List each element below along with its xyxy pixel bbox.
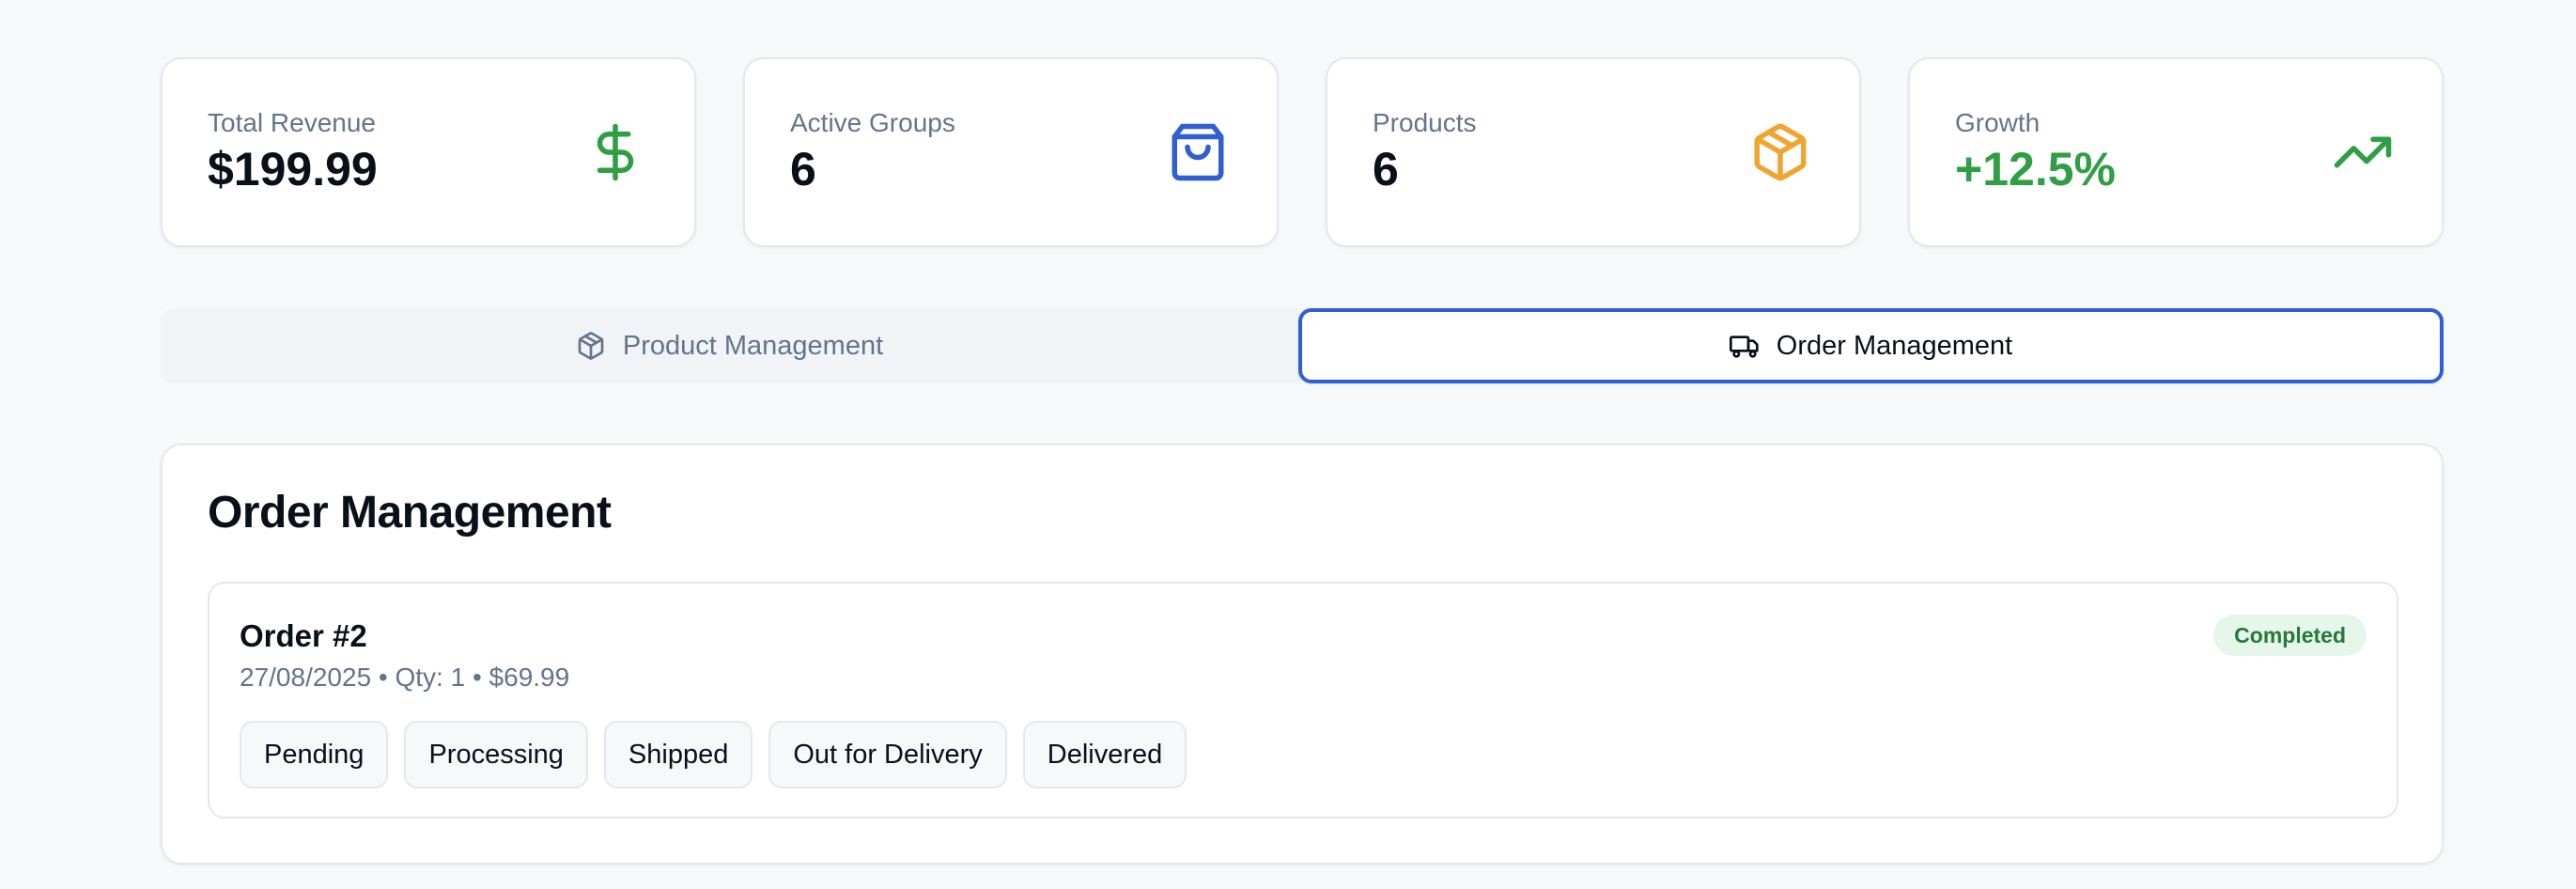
status-delivered-button[interactable]: Delivered — [1022, 721, 1187, 788]
stat-value: +12.5% — [1955, 143, 2116, 195]
status-badge: Completed — [2213, 615, 2367, 656]
stat-card-total-revenue: Total Revenue $199.99 — [161, 57, 696, 247]
truck-icon — [1729, 331, 1760, 361]
status-pending-button[interactable]: Pending — [240, 721, 389, 788]
stat-value: $199.99 — [208, 143, 378, 195]
stat-value: 6 — [790, 143, 816, 195]
panel-title: Order Management — [208, 488, 612, 538]
status-out-for-delivery-button[interactable]: Out for Delivery — [768, 721, 1007, 788]
stat-card-active-groups: Active Groups 6 — [743, 57, 1279, 247]
stat-card-growth: Growth +12.5% — [1908, 57, 2444, 247]
stat-label: Total Revenue — [208, 108, 377, 137]
stat-card-products: Products 6 — [1326, 57, 1861, 247]
status-processing-button[interactable]: Processing — [404, 721, 588, 788]
tab-label: Product Management — [622, 330, 884, 361]
stat-value: 6 — [1373, 143, 1399, 195]
dollar-icon — [582, 118, 649, 186]
stat-label: Growth — [1955, 108, 2041, 137]
stat-label: Active Groups — [790, 108, 955, 137]
tab-product-management[interactable]: Product Management — [161, 308, 1298, 383]
order-card: Order #2 27/08/2025 • Qty: 1 • $69.99 Co… — [208, 582, 2398, 819]
shopping-bag-icon — [1164, 118, 1232, 186]
order-title: Order #2 — [240, 618, 367, 653]
status-shipped-button[interactable]: Shipped — [603, 721, 753, 788]
tab-bar: Product Management Order Management — [161, 308, 2444, 383]
trending-up-icon — [2329, 118, 2397, 186]
status-button-group: Pending Processing Shipped Out for Deliv… — [240, 721, 1187, 788]
stats-row: Total Revenue $199.99 Active Groups 6 Pr… — [161, 57, 2444, 247]
package-icon — [576, 331, 606, 361]
stat-label: Products — [1373, 108, 1477, 137]
order-meta: 27/08/2025 • Qty: 1 • $69.99 — [240, 663, 570, 692]
tab-order-management[interactable]: Order Management — [1298, 308, 2444, 383]
package-icon — [1746, 118, 1814, 186]
order-management-panel: Order Management Order #2 27/08/2025 • Q… — [161, 444, 2444, 865]
tab-label: Order Management — [1776, 330, 2013, 361]
